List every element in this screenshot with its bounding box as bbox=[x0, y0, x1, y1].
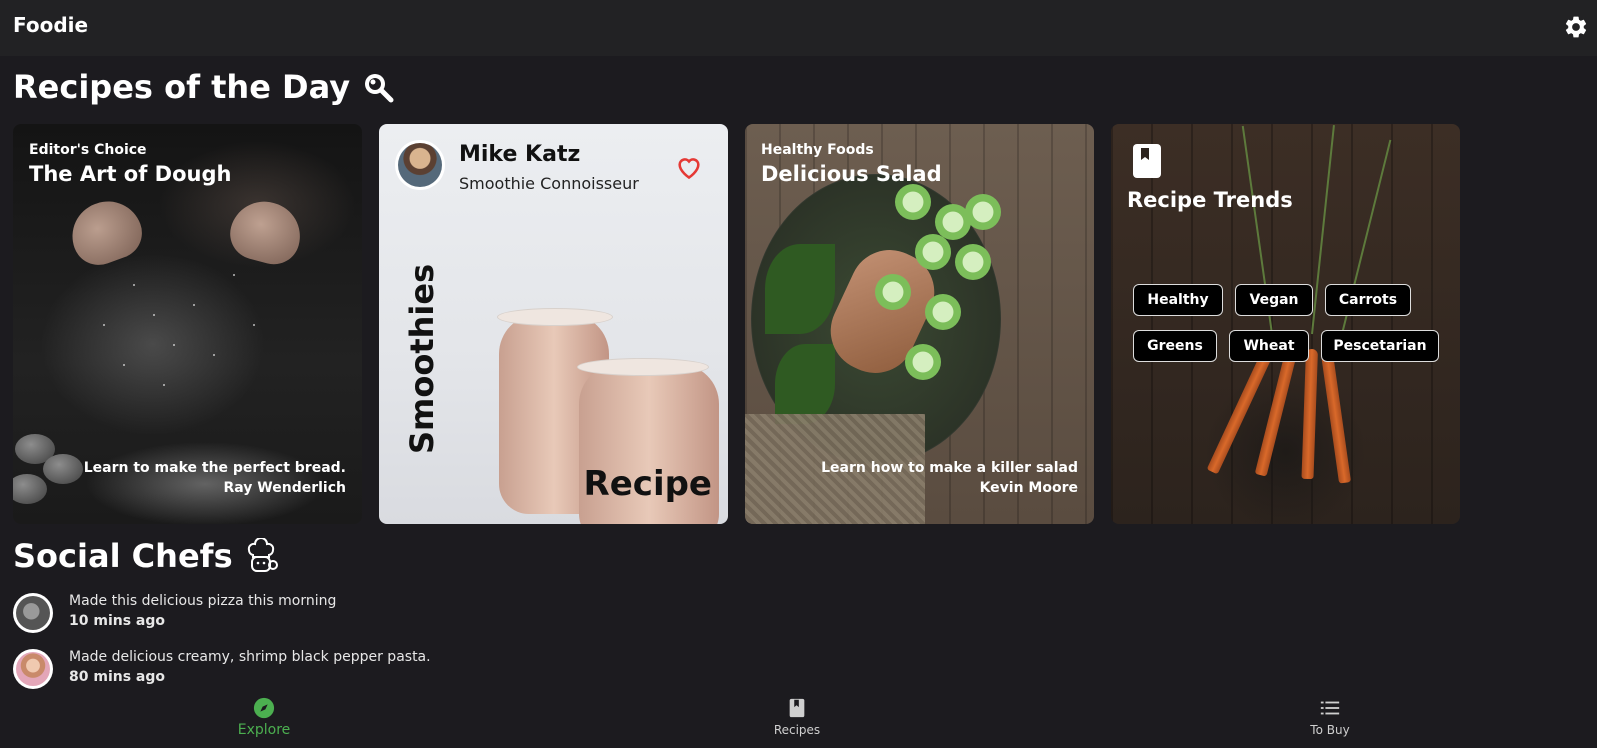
post-time: 80 mins ago bbox=[69, 669, 166, 685]
card-author: Ray Wenderlich bbox=[223, 480, 347, 496]
card-author: Kevin Moore bbox=[979, 480, 1078, 496]
card-footer: Learn how to make a killer salad Kevin M… bbox=[821, 458, 1078, 498]
smoothies-vertical-title: Smoothies bbox=[403, 263, 441, 454]
nav-to-buy-label: To Buy bbox=[1310, 723, 1350, 737]
magnifier-icon bbox=[365, 74, 394, 103]
post-time: 10 mins ago bbox=[69, 613, 166, 629]
recipes-of-day-heading: Recipes of the Day bbox=[13, 68, 396, 106]
card-art-of-dough[interactable]: Editor's Choice The Art of Dough Learn t… bbox=[13, 124, 362, 524]
list-item[interactable]: Made delicious creamy, shrimp black pepp… bbox=[13, 649, 513, 689]
gear-icon[interactable] bbox=[1563, 14, 1589, 40]
avatar[interactable] bbox=[395, 140, 445, 190]
compass-icon bbox=[253, 697, 275, 719]
card-label: Healthy Foods bbox=[761, 142, 874, 158]
tag-chip[interactable]: Carrots bbox=[1325, 284, 1411, 316]
avatar[interactable] bbox=[13, 649, 53, 689]
nav-recipes-label: Recipes bbox=[773, 723, 821, 737]
post-message: Made this delicious pizza this morning bbox=[69, 593, 337, 609]
book-icon bbox=[789, 698, 805, 718]
social-chefs-title: Social Chefs bbox=[13, 537, 233, 575]
nav-to-buy[interactable]: To Buy bbox=[1270, 690, 1390, 746]
chef-icon bbox=[247, 538, 278, 572]
app-bar: Foodie bbox=[0, 0, 1597, 56]
card-description: Learn how to make a killer salad bbox=[821, 460, 1078, 476]
tag-chip[interactable]: Healthy bbox=[1133, 284, 1223, 316]
trends-title: Recipe Trends bbox=[1127, 188, 1293, 212]
recipe-label: Recipe bbox=[583, 464, 712, 504]
card-label: Editor's Choice bbox=[29, 142, 147, 158]
card-description: Learn to make the perfect bread. bbox=[83, 460, 346, 476]
book-icon bbox=[1133, 144, 1161, 178]
card-salad[interactable]: Healthy Foods Delicious Salad Learn how … bbox=[745, 124, 1094, 524]
trends-card-image bbox=[1111, 124, 1460, 524]
tag-chip[interactable]: Pescetarian bbox=[1321, 330, 1439, 362]
social-chefs-heading: Social Chefs bbox=[13, 537, 279, 575]
recipes-of-day-title: Recipes of the Day bbox=[13, 68, 351, 106]
list-item[interactable]: Made this delicious pizza this morning 1… bbox=[13, 593, 513, 633]
tag-chip[interactable]: Greens bbox=[1133, 330, 1217, 362]
author-name: Mike Katz bbox=[459, 142, 581, 167]
tag-chip[interactable]: Vegan bbox=[1235, 284, 1313, 316]
nav-explore[interactable]: Explore bbox=[204, 690, 324, 746]
author-title: Smoothie Connoisseur bbox=[459, 174, 639, 193]
card-title: The Art of Dough bbox=[29, 162, 232, 186]
bottom-navigation: Explore Recipes To Buy bbox=[0, 690, 1597, 748]
app-title: Foodie bbox=[13, 13, 89, 37]
nav-recipes[interactable]: Recipes bbox=[737, 690, 857, 746]
card-footer: Learn to make the perfect bread. Ray Wen… bbox=[84, 458, 346, 498]
post-message: Made delicious creamy, shrimp black pepp… bbox=[69, 649, 431, 665]
card-title: Delicious Salad bbox=[761, 162, 942, 186]
card-recipe-trends[interactable]: Recipe Trends Healthy Vegan Carrots Gree… bbox=[1111, 124, 1460, 524]
nav-explore-label: Explore bbox=[237, 722, 291, 738]
card-smoothies[interactable]: Mike Katz Smoothie Connoisseur Smoothies… bbox=[379, 124, 728, 524]
tag-chip[interactable]: Wheat bbox=[1229, 330, 1309, 362]
heart-outline-icon[interactable] bbox=[675, 154, 703, 180]
avatar[interactable] bbox=[13, 593, 53, 633]
list-icon bbox=[1320, 701, 1340, 715]
